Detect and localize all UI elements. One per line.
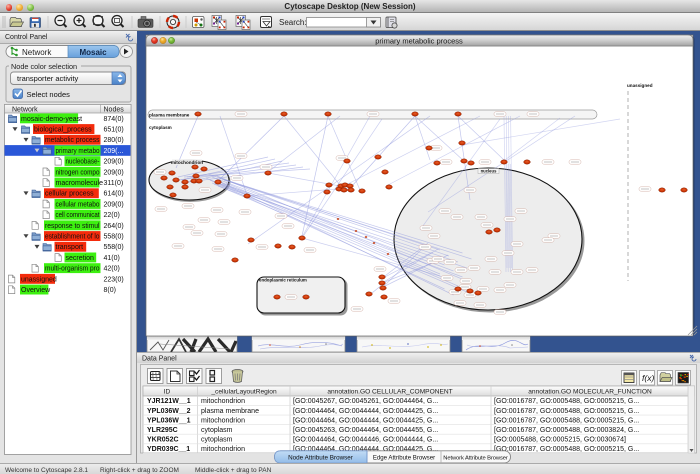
svg-text:transport: transport: [56, 244, 84, 251]
svg-text:cellular process: cellular process: [45, 191, 94, 198]
svg-text:establishment of lo: establishment of lo: [45, 234, 100, 241]
svg-text:651(0): 651(0): [104, 127, 124, 134]
svg-text:mitochondrion: mitochondrion: [201, 417, 245, 424]
svg-text:primary metabolic process: primary metabolic process: [375, 37, 463, 46]
svg-text:209(0): 209(0): [104, 201, 124, 208]
svg-text:unassigned: unassigned: [627, 83, 653, 88]
svg-text:Data Panel: Data Panel: [142, 356, 177, 363]
svg-text:209(0): 209(0): [104, 169, 124, 176]
svg-text:8(0): 8(0): [104, 287, 116, 294]
svg-text:plasma membrane: plasma membrane: [201, 408, 259, 415]
svg-text:response to stimul: response to stimul: [45, 223, 100, 230]
svg-text:Overview: Overview: [21, 287, 51, 294]
svg-text:plasma membrane: plasma membrane: [149, 113, 190, 118]
svg-text:223(0): 223(0): [104, 276, 124, 283]
svg-text:nitrogen compo: nitrogen compo: [56, 169, 100, 176]
svg-text:264(0): 264(0): [104, 223, 124, 230]
svg-text:Node Attribute Browser: Node Attribute Browser: [288, 454, 353, 461]
svg-text:cytoplasm: cytoplasm: [149, 125, 172, 130]
svg-text:nucleus: nucleus: [481, 169, 497, 174]
svg-text:22(0): 22(0): [104, 212, 120, 219]
svg-text:209(...: 209(...: [104, 148, 124, 155]
svg-text:cellular metabo: cellular metabo: [56, 201, 100, 208]
svg-text:endoplasmic reticulum: endoplasmic reticulum: [259, 278, 307, 283]
svg-text:614(0): 614(0): [104, 191, 124, 198]
svg-text:macromolecule: macromolecule: [56, 180, 104, 187]
svg-text:[GO:0016787, GO:0005488, GO:00: [GO:0016787, GO:0005488, GO:0003824, G..…: [494, 427, 639, 434]
svg-text:annotation.GO CELLULAR_COMPONE: annotation.GO CELLULAR_COMPONENT: [327, 389, 452, 396]
svg-text:cytoplasm: cytoplasm: [201, 436, 233, 443]
svg-text:biological_process: biological_process: [34, 127, 92, 134]
svg-text:209(0): 209(0): [104, 159, 124, 166]
svg-text:secretion: secretion: [66, 255, 95, 262]
svg-text:mitochondrion: mitochondrion: [201, 398, 245, 405]
svg-text:YPL036W__2: YPL036W__2: [147, 408, 191, 415]
svg-text:Network Attribute Browser: Network Attribute Browser: [443, 455, 508, 461]
svg-text:YJR121W__1: YJR121W__1: [147, 398, 191, 405]
svg-text:[GO:0016787, GO:0005488, GO:00: [GO:0016787, GO:0005488, GO:0005215, G..…: [494, 446, 639, 453]
svg-text:_cellularLayoutRegion: _cellularLayoutRegion: [210, 389, 277, 396]
svg-text:YLR295C: YLR295C: [147, 427, 178, 434]
svg-text:mitochondrion: mitochondrion: [171, 160, 203, 165]
svg-text:f(x): f(x): [642, 373, 654, 383]
svg-text:[GO:0044464, GO:0044446, GO:00: [GO:0044464, GO:0044446, GO:0044444, G..…: [293, 436, 438, 443]
svg-text:42(0): 42(0): [104, 266, 120, 273]
svg-text:558(0): 558(0): [104, 244, 124, 251]
svg-text:[GO:0045263, GO:0044464, GO:00: [GO:0045263, GO:0044464, GO:0044455, G..…: [293, 427, 438, 434]
svg-text:[GO:0045267, GO:0045261, GO:00: [GO:0045267, GO:0045261, GO:0044464, G..…: [293, 398, 438, 405]
svg-text:cytoplasm: cytoplasm: [201, 427, 233, 434]
svg-text:Edge Attribute Browser: Edge Attribute Browser: [373, 454, 435, 461]
svg-text:annotation.GO MOLECULAR_FUNCTI: annotation.GO MOLECULAR_FUNCTION: [528, 389, 652, 396]
svg-text:[GO:0005488, GO:0005215, GO:00: [GO:0005488, GO:0005215, GO:0030674]: [494, 436, 626, 443]
svg-text:unassigned: unassigned: [21, 276, 57, 283]
svg-text:YDR039C__1: YDR039C__1: [147, 446, 190, 453]
svg-text:multi-organism pro: multi-organism pro: [45, 266, 100, 273]
svg-text:YPL036W__1: YPL036W__1: [147, 417, 191, 424]
svg-text:874(0): 874(0): [104, 116, 124, 123]
svg-text:311(0): 311(0): [104, 180, 124, 187]
svg-text:primary metabo: primary metabo: [56, 148, 100, 155]
svg-text:mosaic-demo-yeast: mosaic-demo-yeast: [21, 116, 82, 123]
svg-text:mitochondrion: mitochondrion: [201, 446, 245, 453]
svg-text:metabolic process: metabolic process: [45, 137, 100, 144]
svg-text:41(0): 41(0): [104, 255, 120, 262]
svg-text:[GO:0016787, GO:0005488, GO:00: [GO:0016787, GO:0005488, GO:0005215, G..…: [494, 408, 639, 415]
svg-text:280(0): 280(0): [104, 137, 124, 144]
svg-text:[GO:0044464, GO:0044444, GO:00: [GO:0044464, GO:0044444, GO:0044425, G..…: [293, 408, 438, 415]
svg-text:Search:: Search:: [279, 18, 307, 27]
svg-text:[GO:0016787, GO:0005488, GO:00: [GO:0016787, GO:0005488, GO:0005215, G..…: [494, 417, 639, 424]
svg-text:558(0): 558(0): [104, 234, 124, 241]
svg-text:ID: ID: [164, 389, 171, 396]
svg-text:nucleobase-: nucleobase-: [66, 159, 101, 166]
svg-text:cell communicat: cell communicat: [56, 212, 100, 219]
svg-text:[GO:0044464, GO:0044444, GO:00: [GO:0044464, GO:0044444, GO:0044425, G..…: [293, 417, 438, 424]
svg-text:[GO:0016787, GO:0005488, GO:00: [GO:0016787, GO:0005488, GO:0005215, G..…: [494, 398, 639, 405]
svg-text:YKR052C: YKR052C: [147, 436, 179, 443]
